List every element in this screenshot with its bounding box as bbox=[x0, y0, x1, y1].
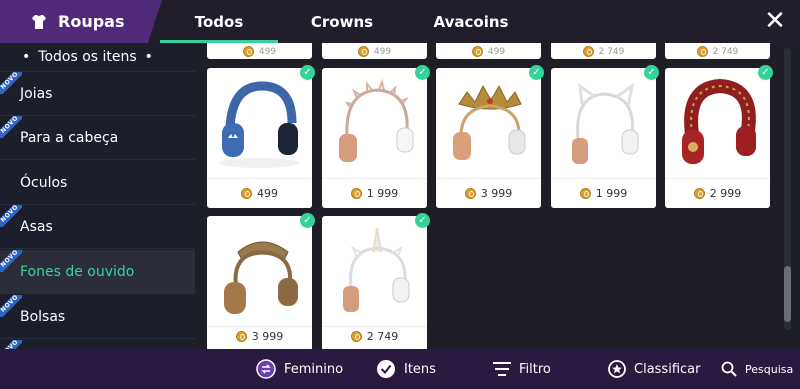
price-label: 1 999 bbox=[595, 187, 628, 200]
filter-button[interactable]: Filtro bbox=[493, 349, 551, 389]
scrollbar-thumb[interactable] bbox=[784, 266, 791, 322]
owned-check-icon: ✓ bbox=[529, 65, 544, 80]
product-card[interactable]: ✓ 3 999 bbox=[207, 213, 315, 349]
red-ornate-headphones-image bbox=[682, 78, 756, 164]
sidebar-item-all-items[interactable]: • Todos os itens • bbox=[0, 43, 195, 72]
close-icon[interactable]: ✕ bbox=[762, 8, 788, 34]
gender-swap-icon bbox=[256, 359, 276, 379]
sidebar-item-glasses[interactable]: Óculos bbox=[0, 161, 195, 205]
product-card[interactable]: ✓ 2 999 bbox=[665, 65, 773, 208]
product-card-partial[interactable]: 499 bbox=[207, 43, 312, 59]
tab-crowns[interactable]: Crowns bbox=[278, 0, 406, 43]
filtro-label: Filtro bbox=[519, 361, 551, 377]
product-card-partial[interactable]: 2 749 bbox=[665, 43, 770, 59]
classificar-label: Classificar bbox=[634, 361, 701, 377]
filter-icon bbox=[493, 362, 511, 376]
coin-icon bbox=[582, 46, 594, 57]
coin-icon bbox=[357, 46, 369, 57]
product-card[interactable]: ✓ 1 999 bbox=[322, 65, 430, 208]
coin-icon bbox=[241, 188, 252, 199]
gender-toggle-button[interactable]: Feminino bbox=[256, 349, 343, 389]
bullet-icon: • bbox=[22, 49, 31, 65]
owned-items-button[interactable]: Itens bbox=[376, 349, 436, 389]
sidebar-item-label: Joias bbox=[20, 85, 53, 102]
product-card-partial[interactable]: 2 749 bbox=[551, 43, 656, 59]
coin-icon bbox=[464, 188, 476, 199]
price-label: 1 999 bbox=[366, 187, 399, 200]
sidebar-item-label: Asas bbox=[20, 218, 53, 235]
sidebar-item-next[interactable]: NOVO bbox=[0, 340, 195, 349]
sidebar-item-label: Fones de ouvido bbox=[20, 263, 135, 280]
product-card[interactable]: ✓ 499 bbox=[207, 65, 315, 208]
tab-bar: Todos Crowns Avacoins bbox=[160, 0, 536, 43]
price-label: 3 999 bbox=[251, 330, 284, 343]
owned-check-icon: ✓ bbox=[300, 213, 315, 228]
tab-avacoins[interactable]: Avacoins bbox=[406, 0, 536, 43]
blue-crown-headphones-image bbox=[219, 81, 299, 168]
sidebar-item-head[interactable]: NOVO Para a cabeça bbox=[0, 116, 195, 160]
price-label: 2 749 bbox=[366, 330, 399, 343]
spiked-headphones-image bbox=[339, 78, 414, 162]
bronze-tiara-headphones-image bbox=[224, 241, 298, 314]
itens-label: Itens bbox=[404, 361, 436, 377]
feminino-label: Feminino bbox=[284, 361, 344, 377]
sort-badge-icon bbox=[608, 360, 626, 378]
product-card[interactable]: ✓ 2 749 bbox=[322, 213, 430, 349]
crown-headphones-image bbox=[453, 84, 526, 160]
product-card-partial[interactable]: 499 bbox=[322, 43, 427, 59]
sidebar-item-label: Para a cabeça bbox=[20, 129, 119, 146]
search-button[interactable]: Pesquisa bbox=[721, 349, 793, 389]
sidebar-item-headphones[interactable]: NOVO Fones de ouvido bbox=[0, 250, 195, 294]
new-badge: NOVO bbox=[0, 72, 22, 94]
cat-ear-headphones-image bbox=[572, 82, 639, 164]
new-badge: NOVO bbox=[0, 340, 22, 349]
price-label: 499 bbox=[257, 187, 278, 200]
category-sidebar: • Todos os itens • NOVO Joias NOVO Para … bbox=[0, 43, 195, 349]
owned-check-icon: ✓ bbox=[300, 65, 315, 80]
new-badge: NOVO bbox=[0, 205, 22, 227]
search-icon bbox=[721, 361, 737, 377]
product-card[interactable]: ✓ 3 999 bbox=[436, 65, 544, 208]
coin-icon bbox=[693, 188, 705, 199]
new-badge: NOVO bbox=[0, 250, 22, 272]
sidebar-item-label: Óculos bbox=[20, 174, 68, 191]
new-badge: NOVO bbox=[0, 116, 22, 138]
coin-icon bbox=[579, 188, 591, 199]
tab-todos[interactable]: Todos bbox=[160, 0, 278, 43]
sidebar-item-joias[interactable]: NOVO Joias bbox=[0, 72, 195, 116]
bullet-icon: • bbox=[144, 49, 153, 65]
shirt-icon bbox=[32, 14, 46, 29]
coin-icon bbox=[235, 331, 247, 342]
new-badge: NOVO bbox=[0, 295, 22, 317]
product-card-partial[interactable]: 499 bbox=[436, 43, 541, 59]
owned-check-icon: ✓ bbox=[415, 65, 430, 80]
coin-icon bbox=[696, 46, 708, 57]
coin-icon bbox=[350, 331, 362, 342]
check-circle-icon bbox=[377, 360, 395, 378]
top-bar: Roupas Todos Crowns Avacoins ✕ bbox=[0, 0, 800, 43]
sidebar-item-wings[interactable]: NOVO Asas bbox=[0, 205, 195, 249]
product-card[interactable]: ✓ 1 999 bbox=[551, 65, 659, 208]
sidebar-item-label: Bolsas bbox=[20, 308, 66, 325]
owned-check-icon: ✓ bbox=[758, 65, 773, 80]
section-title-tab: Roupas bbox=[0, 0, 162, 43]
unicorn-headphones-image bbox=[343, 227, 410, 312]
owned-check-icon: ✓ bbox=[415, 213, 430, 228]
coin-icon bbox=[242, 46, 254, 57]
price-label: 2 999 bbox=[709, 187, 742, 200]
bottom-toolbar: Feminino Itens Filtro Classificar Pesqui… bbox=[0, 349, 800, 389]
page-title: Roupas bbox=[58, 12, 125, 31]
sidebar-item-label: Todos os itens bbox=[38, 49, 137, 65]
owned-check-icon: ✓ bbox=[644, 65, 659, 80]
clothing-shop-screen: Roupas Todos Crowns Avacoins ✕ • Todos o… bbox=[0, 0, 800, 389]
price-label: 3 999 bbox=[480, 187, 513, 200]
scrollbar[interactable] bbox=[784, 48, 791, 330]
pesquisa-label: Pesquisa bbox=[745, 362, 794, 376]
sort-button[interactable]: Classificar bbox=[608, 349, 700, 389]
coin-icon bbox=[471, 46, 483, 57]
sidebar-item-bags[interactable]: NOVO Bolsas bbox=[0, 295, 195, 339]
coin-icon bbox=[350, 188, 362, 199]
product-grid: 499 499 499 2 749 2 749 ✓ 499 ✓ 1 999 ✓ … bbox=[195, 43, 800, 349]
